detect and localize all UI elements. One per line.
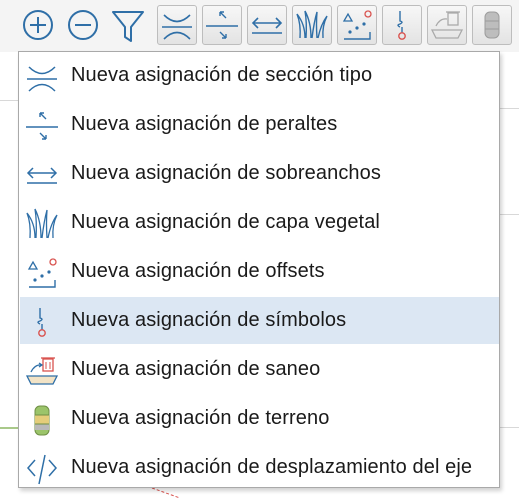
widening-button[interactable]	[247, 5, 287, 45]
menu-item-symbols[interactable]: Nueva asignación de símbolos	[20, 297, 499, 344]
offsets-icon	[342, 10, 372, 40]
superelevation-icon	[206, 11, 238, 39]
terrain-button[interactable]	[472, 5, 512, 45]
superelevation-button[interactable]	[202, 5, 242, 45]
filter-icon	[112, 11, 144, 42]
cross-section-button[interactable]	[157, 5, 197, 45]
menu-item-superelevation[interactable]: Nueva asignación de peraltes	[20, 101, 499, 148]
menu-item-label: Nueva asignación de terreno	[71, 407, 330, 429]
menu-item-label: Nueva asignación de offsets	[71, 260, 325, 282]
symbols-button[interactable]	[382, 5, 422, 45]
divider	[500, 427, 519, 428]
sanitation-icon	[430, 11, 464, 39]
zoom-out-icon	[68, 10, 98, 40]
symbols-icon	[397, 11, 406, 40]
menu-item-label: Nueva asignación de capa vegetal	[71, 211, 380, 233]
widening-icon	[23, 156, 61, 194]
vegetation-icon	[23, 205, 61, 243]
menu-item-label: Nueva asignación de saneo	[71, 358, 321, 380]
menu-item-offsets[interactable]: Nueva asignación de offsets	[20, 248, 499, 295]
vegetation-button[interactable]	[292, 5, 332, 45]
cross-section-icon	[162, 14, 192, 40]
menu-item-label: Nueva asignación de sección tipo	[71, 64, 373, 86]
menu-item-sanitation[interactable]: Nueva asignación de saneo	[20, 346, 499, 393]
divider	[0, 427, 18, 429]
new-assignment-menu: Nueva asignación de sección tipo Nueva a…	[18, 51, 500, 488]
zoom-out-button[interactable]	[63, 5, 103, 45]
toolbar	[0, 0, 519, 52]
sanitation-icon	[23, 352, 61, 390]
symbols-icon	[23, 303, 61, 341]
offsets-icon	[23, 254, 61, 292]
vegetation-icon	[296, 10, 328, 39]
cross-section-icon	[23, 58, 61, 96]
menu-item-label: Nueva asignación de símbolos	[71, 309, 347, 331]
divider	[500, 214, 519, 215]
offsets-button[interactable]	[337, 5, 377, 45]
menu-item-label: Nueva asignación de sobreanchos	[71, 162, 381, 184]
menu-item-widening[interactable]: Nueva asignación de sobreanchos	[20, 150, 499, 197]
divider	[0, 100, 18, 101]
terrain-icon	[23, 401, 61, 439]
zoom-in-button[interactable]	[18, 5, 58, 45]
superelevation-icon	[23, 107, 61, 145]
terrain-icon	[484, 11, 500, 39]
axis-offset-icon	[23, 450, 61, 488]
menu-item-vegetation[interactable]: Nueva asignación de capa vegetal	[20, 199, 499, 246]
menu-item-terrain[interactable]: Nueva asignación de terreno	[20, 395, 499, 442]
widening-icon	[251, 17, 283, 34]
menu-item-section-type[interactable]: Nueva asignación de sección tipo	[20, 52, 499, 99]
menu-item-label: Nueva asignación de desplazamiento del e…	[71, 456, 473, 478]
divider	[500, 108, 519, 109]
menu-item-axis-offset[interactable]: Nueva asignación de desplazamiento del e…	[20, 444, 499, 491]
sanitation-button[interactable]	[427, 5, 467, 45]
filter-button[interactable]	[108, 5, 148, 45]
menu-item-label: Nueva asignación de peraltes	[71, 113, 338, 135]
zoom-in-icon	[23, 10, 53, 40]
